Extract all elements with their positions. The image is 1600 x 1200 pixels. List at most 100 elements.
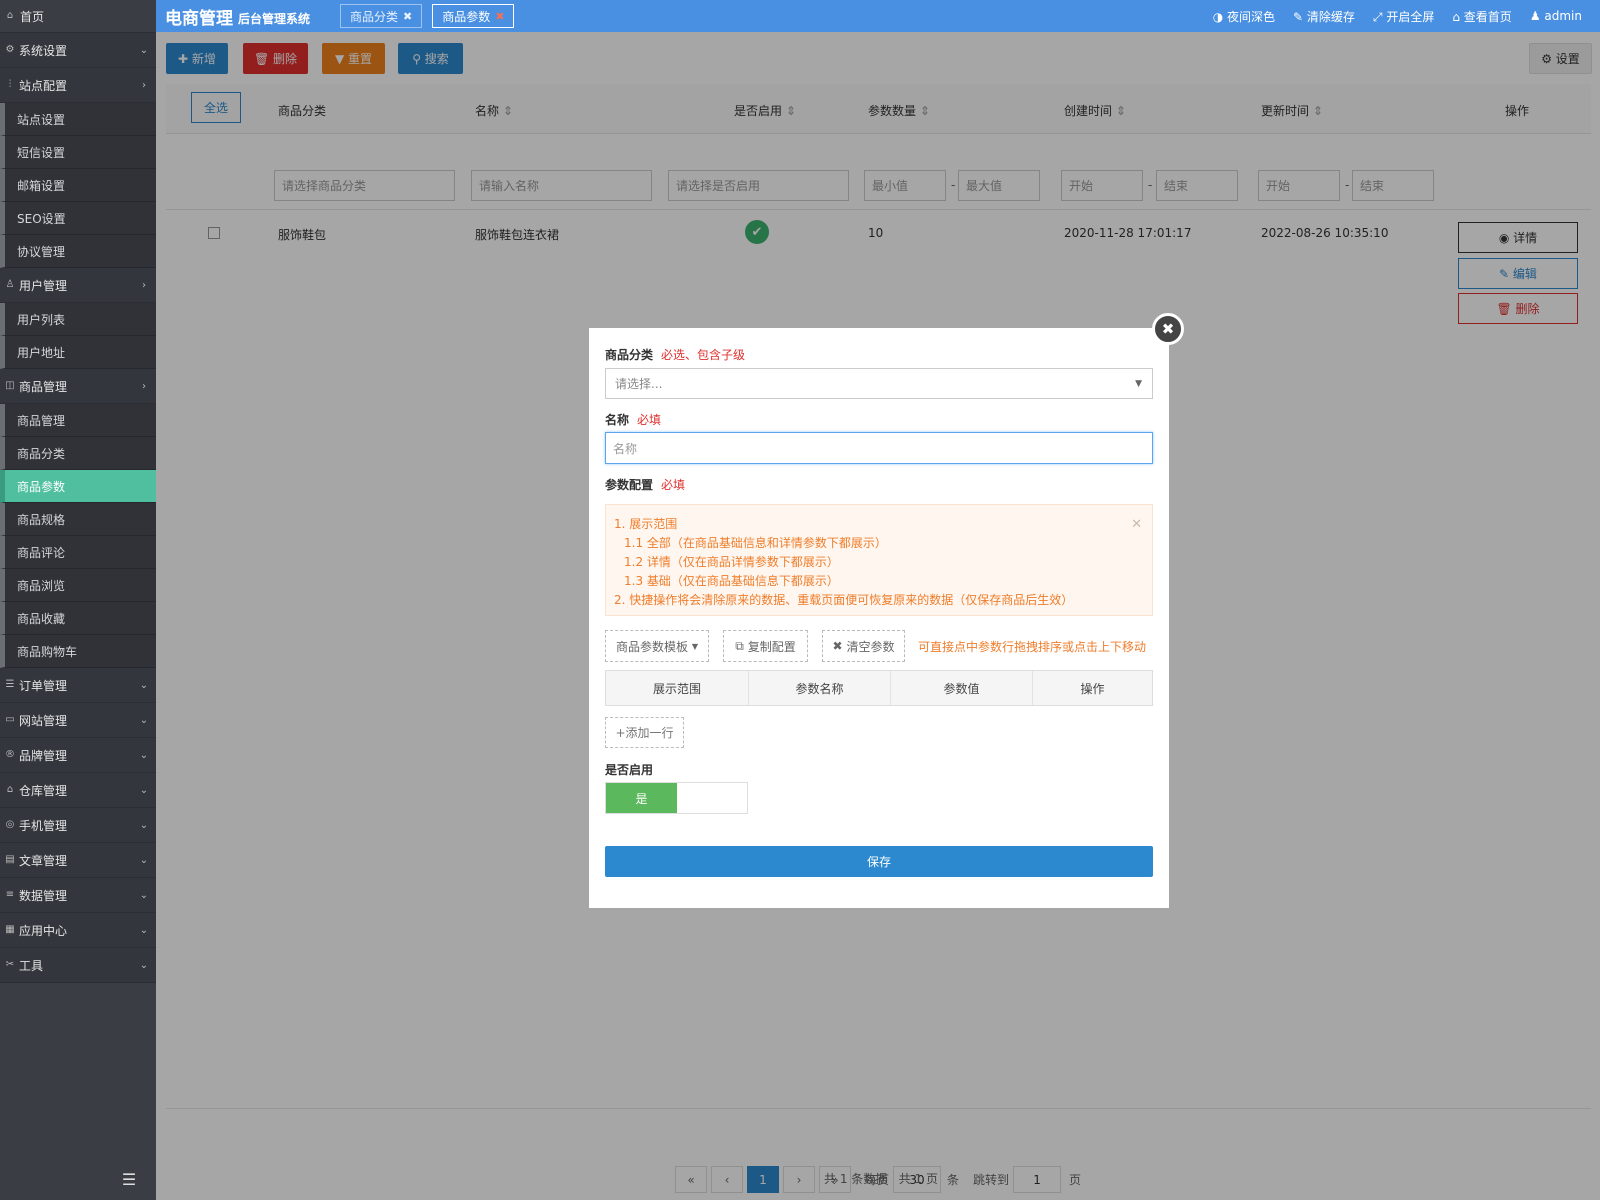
tools-icon: ✂ [5,959,15,970]
sidebar-group-goods[interactable]: ◫ 商品管理 › [0,369,156,404]
sidebar-item-user-address[interactable]: 用户地址 [0,336,156,369]
site-icon: ▭ [5,714,15,725]
copy-config-button[interactable]: ⧉ 复制配置 [723,630,808,662]
sidebar-item-seo-settings[interactable]: SEO设置 [0,202,156,235]
tab-label: 商品参数 [442,9,491,24]
sidebar-item-sms-settings[interactable]: 短信设置 [0,136,156,169]
gear-icon: ⚙ [5,44,15,55]
category-label-text: 商品分类 [605,348,654,362]
brand-subtitle: 后台管理系统 [238,11,311,26]
times-icon: ✖ [832,639,843,653]
close-icon[interactable]: ✖ [403,10,412,23]
param-table-header: 展示范围 参数名称 参数值 操作 [605,670,1153,706]
param-label-text: 参数配置 [605,478,654,492]
param-template-dropdown[interactable]: 商品参数模板 ▼ [605,630,709,662]
close-icon[interactable]: ✕ [1131,515,1142,534]
notice-line: 1.2 详情（仅在商品详情参数下都展示） [624,555,839,569]
list-icon: ☰ [5,679,15,690]
chevron-down-icon: ⌄ [139,749,149,761]
sidebar-group-users[interactable]: ♙ 用户管理 › [0,268,156,303]
category-select-value: 请选择... [615,377,663,391]
sidebar-group-warehouse[interactable]: ⌂ 仓库管理 ⌄ [0,773,156,808]
add-row-button[interactable]: +添加一行 [605,717,684,748]
sidebar-group-label: 品牌管理 [19,748,68,763]
grid-icon: ▦ [5,924,15,935]
sliders-icon: ⫶ [8,79,12,90]
sidebar-group-website[interactable]: ▭ 网站管理 ⌄ [0,703,156,738]
sidebar-group-article[interactable]: ▤ 文章管理 ⌄ [0,843,156,878]
save-button[interactable]: 保存 [605,846,1153,877]
chevron-down-icon: ⌄ [139,714,149,726]
chevron-right-icon: › [142,279,146,291]
name-input[interactable]: 名称 [605,432,1153,464]
night-mode-label: 夜间深色 [1227,9,1276,24]
sidebar-group-system[interactable]: ⚙ 系统设置 ⌄ [0,33,156,68]
chevron-down-icon: ⌄ [139,44,149,56]
sidebar-item-goods[interactable]: 商品管理 [0,404,156,437]
sidebar-item-goods-spec[interactable]: 商品规格 [0,503,156,536]
enabled-switch[interactable]: 是 [605,782,748,814]
sidebar-group-orders[interactable]: ☰ 订单管理 ⌄ [0,668,156,703]
sidebar-item-site-settings[interactable]: 站点设置 [0,103,156,136]
warehouse-icon: ⌂ [6,784,14,795]
sidebar-item-goods-browse[interactable]: 商品浏览 [0,569,156,602]
sidebar-group-tools[interactable]: ✂ 工具 ⌄ [0,948,156,983]
sidebar-item-goods-category[interactable]: 商品分类 [0,437,156,470]
param-col-value: 参数值 [891,671,1033,705]
fullscreen-label: 开启全屏 [1386,9,1435,24]
user-menu[interactable]: ♟ admin [1530,9,1582,23]
sidebar-item-user-list[interactable]: 用户列表 [0,303,156,336]
param-col-name: 参数名称 [749,671,891,705]
sidebar-item-goods-favor[interactable]: 商品收藏 [0,602,156,635]
sidebar-item-goods-cart[interactable]: 商品购物车 [0,635,156,668]
notice-line: 1. 展示范围 [614,517,678,531]
tab-label: 商品分类 [350,9,399,24]
copy-label: 复制配置 [747,639,796,654]
sidebar-group-brand[interactable]: ® 品牌管理 ⌄ [0,738,156,773]
chevron-down-icon: ⌄ [139,959,149,971]
notice-line: 1.1 全部（在商品基础信息和详情参数下都展示） [624,536,887,550]
switch-on-label: 是 [606,783,677,813]
name-label-text: 名称 [605,413,630,427]
mobile-icon: ◎ [5,819,15,830]
view-home-label: 查看首页 [1463,9,1512,24]
tab-goods-category[interactable]: 商品分类 ✖ [340,4,423,28]
sidebar-group-label: 应用中心 [19,923,68,938]
brand-title: 电商管理 [165,8,233,29]
sidebar-item-agreement[interactable]: 协议管理 [0,235,156,268]
template-label: 商品参数模板 [616,639,689,654]
chevron-right-icon: › [142,79,146,91]
database-icon: ≡ [5,889,15,900]
sidebar-group-label: 文章管理 [19,853,68,868]
chevron-down-icon: ⌄ [139,679,149,691]
modal-close-icon[interactable]: ✖ [1152,313,1184,345]
name-required-hint: 必填 [637,413,662,427]
param-field-label: 参数配置 必填 [605,476,685,493]
sidebar-home-label: 首页 [20,9,45,24]
sidebar-item-email-settings[interactable]: 邮箱设置 [0,169,156,202]
sidebar-group-data[interactable]: ≡ 数据管理 ⌄ [0,878,156,913]
night-mode-link[interactable]: ◑ 夜间深色 [1213,8,1275,25]
clear-cache-label: 清除缓存 [1306,9,1355,24]
view-home-link[interactable]: ⌂ 查看首页 [1452,8,1511,25]
fullscreen-link[interactable]: ⤢ 开启全屏 [1373,8,1434,25]
sidebar-group-label: 数据管理 [19,888,68,903]
sidebar-group-label: 商品管理 [19,379,68,394]
category-select[interactable]: 请选择... ▼ [605,368,1153,399]
sidebar-group-label: 系统设置 [19,43,68,58]
collapse-menu-icon[interactable]: ☰ [118,1170,140,1189]
category-field-label: 商品分类 必选、包含子级 [605,346,745,363]
sidebar-item-goods-comments[interactable]: 商品评论 [0,536,156,569]
clear-params-button[interactable]: ✖ 清空参数 [822,630,905,662]
sidebar-group-apps[interactable]: ▦ 应用中心 ⌄ [0,913,156,948]
document-icon: ▤ [5,854,15,865]
clear-cache-link[interactable]: ✎ 清除缓存 [1293,8,1355,25]
tab-goods-params[interactable]: 商品参数 ✖ [432,4,515,28]
sidebar-home[interactable]: ⌂ 首页 [0,0,156,33]
notice-line: 2. 快捷操作将会清除原来的数据、重载页面便可恢复原来的数据（仅保存商品后生效） [614,593,1074,607]
sidebar-group-mobile[interactable]: ◎ 手机管理 ⌄ [0,808,156,843]
sidebar-item-goods-params[interactable]: 商品参数 [0,470,156,503]
close-icon[interactable]: ✖ [495,10,504,23]
sidebar-group-site-config[interactable]: ⫶ 站点配置 › [0,68,156,103]
user-icon: ♙ [5,279,15,290]
